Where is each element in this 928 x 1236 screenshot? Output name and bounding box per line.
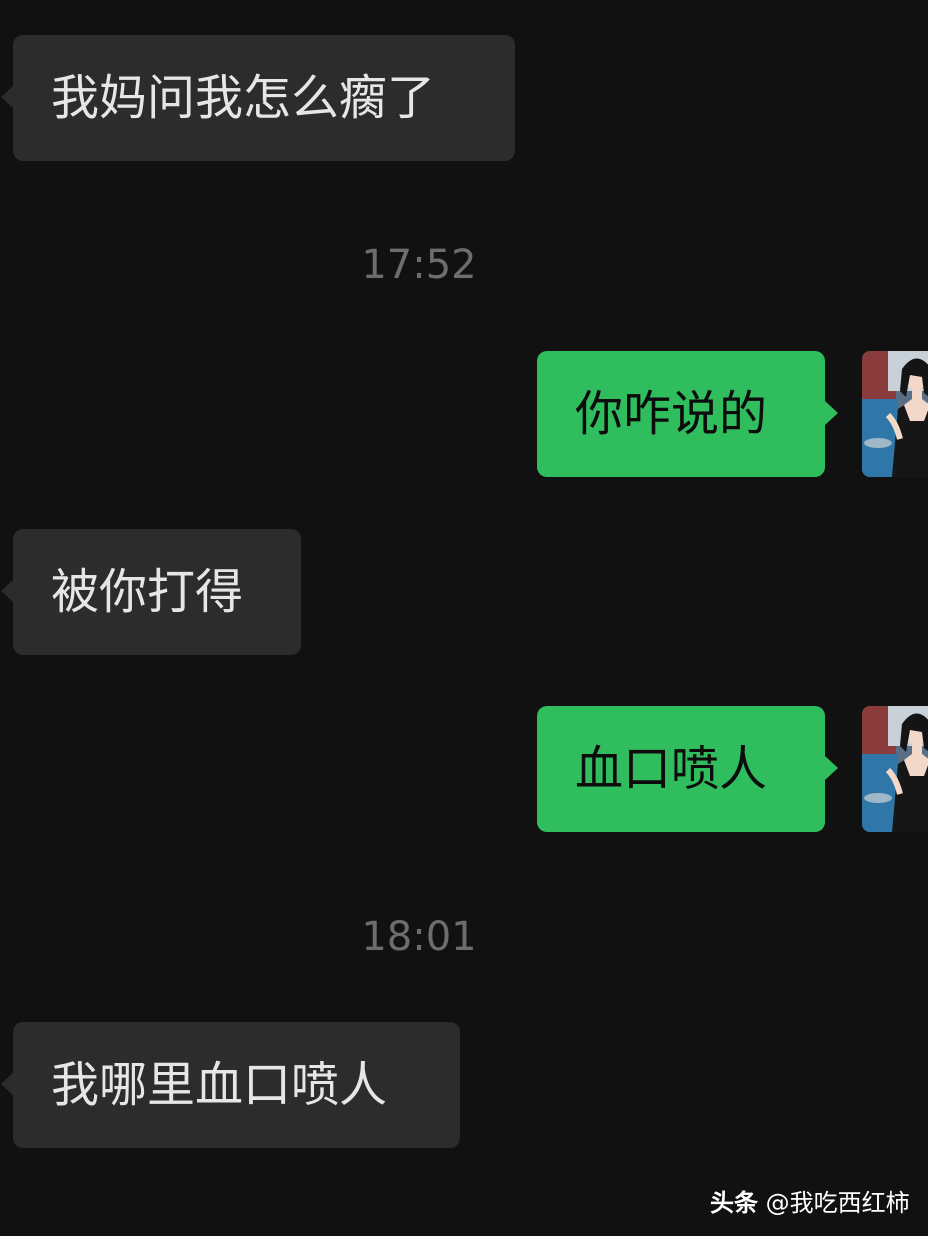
outgoing-message-bubble[interactable]: 血口喷人 bbox=[537, 706, 838, 832]
message-text: 被你打得 bbox=[51, 564, 244, 620]
message-text: 我哪里血口喷人 bbox=[51, 1057, 388, 1113]
message-text: 血口喷人 bbox=[575, 741, 768, 797]
outgoing-message-bubble[interactable]: 你咋说的 bbox=[537, 351, 838, 477]
incoming-message-bubble[interactable]: 被你打得 bbox=[1, 529, 301, 655]
watermark-handle: @我吃西红柿 bbox=[765, 1189, 910, 1217]
message-text: 我妈问我怎么瘸了 bbox=[51, 70, 436, 126]
timestamp: 17:52 bbox=[361, 242, 477, 288]
timestamp: 18:01 bbox=[361, 914, 477, 960]
profile-photo-icon bbox=[862, 351, 928, 477]
incoming-message-bubble[interactable]: 我哪里血口喷人 bbox=[1, 1022, 460, 1148]
message-text: 你咋说的 bbox=[575, 386, 768, 442]
avatar[interactable] bbox=[862, 706, 928, 832]
watermark: 头条 @我吃西红柿 bbox=[710, 1183, 910, 1218]
watermark-brand: 头条 bbox=[710, 1189, 758, 1217]
incoming-message-bubble[interactable]: 我妈问我怎么瘸了 bbox=[1, 35, 515, 161]
avatar[interactable] bbox=[862, 351, 928, 477]
profile-photo-icon bbox=[862, 706, 928, 832]
